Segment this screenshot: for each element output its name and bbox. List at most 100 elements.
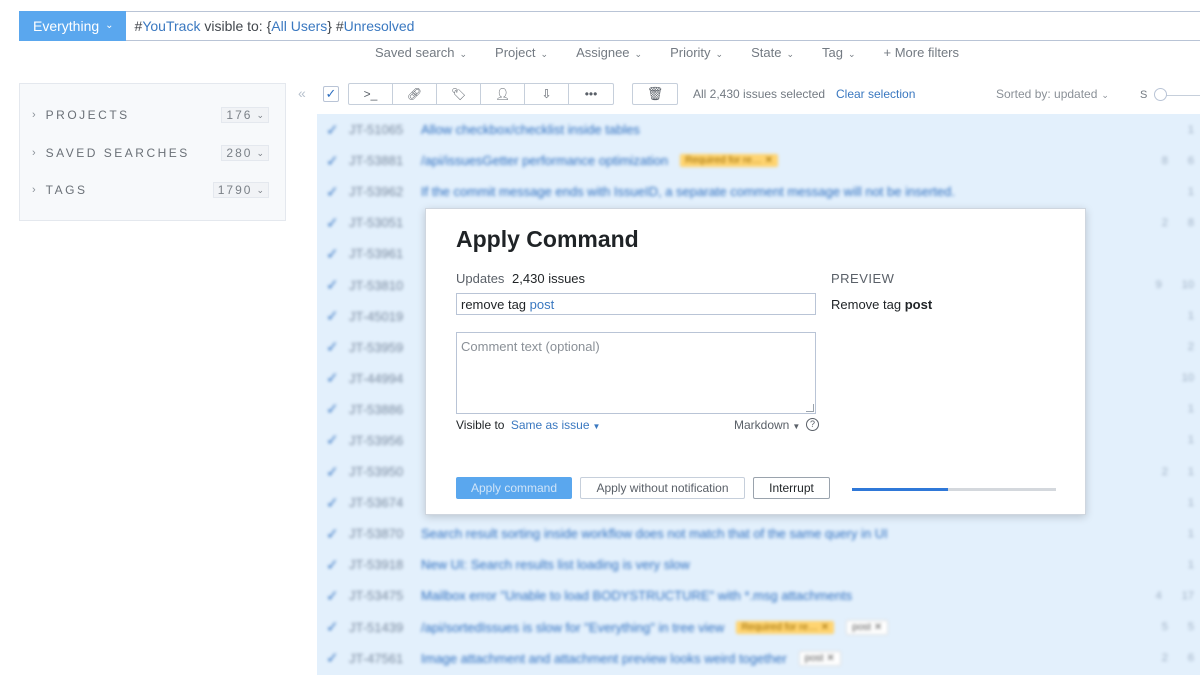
row-checkbox[interactable]: ✓ <box>326 152 340 170</box>
issue-id[interactable]: JT-53886 <box>349 402 411 417</box>
more-filters-button[interactable]: + More filters <box>884 45 960 60</box>
issue-row[interactable]: ✓ JT-53962 If the commit message ends with… <box>317 176 1200 207</box>
issue-id[interactable]: JT-53674 <box>349 495 411 510</box>
issue-id[interactable]: JT-53475 <box>349 588 411 603</box>
row-checkbox[interactable]: ✓ <box>326 245 340 263</box>
filter-saved-search[interactable]: Saved search ⌄ <box>375 45 467 60</box>
command-button[interactable]: >_ <box>349 84 393 104</box>
issue-id[interactable]: JT-53881 <box>349 153 411 168</box>
row-checkbox[interactable]: ✓ <box>326 214 340 232</box>
resize-grip-icon[interactable] <box>806 404 814 412</box>
row-checkbox[interactable]: ✓ <box>326 121 340 139</box>
select-all-checkbox[interactable]: ✓ <box>323 86 339 102</box>
issue-id[interactable]: JT-53810 <box>349 278 411 293</box>
filter-assignee[interactable]: Assignee ⌄ <box>576 45 642 60</box>
apply-without-notification-button[interactable]: Apply without notification <box>580 477 745 499</box>
issue-tag[interactable]: post ✕ <box>846 619 889 635</box>
issue-id[interactable]: JT-53962 <box>349 184 411 199</box>
issue-tag[interactable]: Required for re… ✕ <box>736 620 835 634</box>
issue-summary[interactable]: If the commit message ends with IssueID,… <box>421 184 955 199</box>
row-checkbox[interactable]: ✓ <box>326 183 340 201</box>
sidebar-count[interactable]: 280 ⌄ <box>221 145 269 161</box>
issue-row[interactable]: ✓ JT-51065 Allow checkbox/checklist inside… <box>317 114 1200 145</box>
search-bar[interactable]: Everything ⌄ #YouTrack visible to: {All … <box>19 10 1200 41</box>
issue-id[interactable]: JT-51439 <box>349 620 411 635</box>
issue-id[interactable]: JT-53959 <box>349 340 411 355</box>
sidebar-count[interactable]: 176 ⌄ <box>221 107 269 123</box>
issue-summary[interactable]: Allow checkbox/checklist inside tables <box>421 122 640 137</box>
issue-id[interactable]: JT-53870 <box>349 526 411 541</box>
row-checkbox[interactable]: ✓ <box>326 525 340 543</box>
row-checkbox[interactable]: ✓ <box>326 649 340 667</box>
issue-tag[interactable]: post ✕ <box>798 650 841 666</box>
search-context-label: Everything <box>33 17 100 34</box>
markdown-toggle[interactable]: Markdown ▼ <box>734 418 800 432</box>
issue-id[interactable]: JT-47561 <box>349 651 411 666</box>
issue-id[interactable]: JT-53051 <box>349 215 411 230</box>
help-icon[interactable]: ? <box>806 418 819 431</box>
filter-state[interactable]: State ⌄ <box>751 45 794 60</box>
issue-summary[interactable]: Image attachment and attachment preview … <box>421 651 787 666</box>
issue-row[interactable]: ✓ JT-53881/api/issuesGetter performance o… <box>317 145 1200 176</box>
delete-button[interactable]: 🗑︎ <box>632 83 678 105</box>
link-button[interactable]: 🔗︎ <box>393 84 437 104</box>
issue-id[interactable]: JT-45019 <box>349 309 411 324</box>
apply-command-dialog: Apply Command Updates 2,430 issues remov… <box>425 208 1086 515</box>
sidebar-item-projects[interactable]: › PROJECTS 176 ⌄ <box>32 105 269 125</box>
row-checkbox[interactable]: ✓ <box>326 431 340 449</box>
counter-value: 10 <box>1181 372 1194 385</box>
row-checkbox[interactable]: ✓ <box>326 618 340 636</box>
assignee-button[interactable]: 👤︎ <box>481 84 525 104</box>
clear-selection-link[interactable]: Clear selection <box>836 87 915 101</box>
issue-id[interactable]: JT-53956 <box>349 433 411 448</box>
issue-row[interactable]: ✓ JT-53918 New UI: Search results list loa… <box>317 549 1200 580</box>
issue-tag[interactable]: Required for re… ✕ <box>680 154 778 168</box>
export-button[interactable]: ⇩ <box>525 84 569 104</box>
more-actions-button[interactable]: ••• <box>569 84 613 104</box>
row-checkbox[interactable]: ✓ <box>326 463 340 481</box>
search-context-button[interactable]: Everything ⌄ <box>19 10 126 41</box>
issue-summary[interactable]: /api/sortedIssues is slow for "Everythin… <box>421 620 724 635</box>
row-checkbox[interactable]: ✓ <box>326 276 340 294</box>
issue-id[interactable]: JT-53950 <box>349 464 411 479</box>
sort-dropdown[interactable]: Sorted by: updated ⌄ <box>996 87 1109 101</box>
interrupt-button[interactable]: Interrupt <box>753 477 830 499</box>
visibility-dropdown[interactable]: Same as issue <box>511 418 590 432</box>
filter-project[interactable]: Project ⌄ <box>495 45 548 60</box>
issue-row[interactable]: ✓ JT-47561 Image attachment and attachment… <box>317 643 1200 674</box>
search-query[interactable]: #YouTrack visible to: {All Users} #Unres… <box>135 18 415 34</box>
collapse-sidebar-icon[interactable]: « <box>298 85 306 101</box>
filter-tag[interactable]: Tag ⌄ <box>822 45 856 60</box>
row-checkbox[interactable]: ✓ <box>326 400 340 418</box>
issue-summary[interactable]: /api/issuesGetter performance optimizati… <box>421 153 668 168</box>
row-checkbox[interactable]: ✓ <box>326 494 340 512</box>
issue-row[interactable]: ✓ JT-51439/api/sortedIssues is slow for "… <box>317 612 1200 643</box>
apply-command-button[interactable]: Apply command <box>456 477 572 499</box>
issue-summary[interactable]: Mailbox error "Unable to load BODYSTRUCT… <box>421 588 852 603</box>
counter-value: 17 <box>1181 589 1194 602</box>
issue-summary[interactable]: Search result sorting inside workflow do… <box>421 526 888 541</box>
tag-button[interactable]: 🏷︎ <box>437 84 481 104</box>
row-checkbox[interactable]: ✓ <box>326 556 340 574</box>
issue-id[interactable]: JT-53961 <box>349 246 411 261</box>
issue-row[interactable]: ✓ JT-53870 Search result sorting inside wo… <box>317 518 1200 549</box>
command-input[interactable]: remove tag post <box>456 293 816 315</box>
issue-row[interactable]: ✓ JT-53475 Mailbox error "Unable to load B… <box>317 580 1200 611</box>
issue-summary[interactable]: New UI: Search results list loading is v… <box>421 557 690 572</box>
row-checkbox[interactable]: ✓ <box>326 338 340 356</box>
sidebar-count[interactable]: 1790 ⌄ <box>212 182 269 198</box>
row-checkbox[interactable]: ✓ <box>326 587 340 605</box>
comment-textarea[interactable]: Comment text (optional) <box>456 332 816 414</box>
issue-id[interactable]: JT-44994 <box>349 371 411 386</box>
chevron-right-icon: › <box>32 147 36 159</box>
filter-priority[interactable]: Priority ⌄ <box>670 45 723 60</box>
row-checkbox[interactable]: ✓ <box>326 369 340 387</box>
row-checkbox[interactable]: ✓ <box>326 307 340 325</box>
issue-id[interactable]: JT-51065 <box>349 122 411 137</box>
filter-label: Saved search <box>375 45 455 60</box>
size-slider-handle[interactable] <box>1154 88 1167 101</box>
chevron-down-icon: ⌄ <box>634 49 643 59</box>
sidebar-item-tags[interactable]: › TAGS 1790 ⌄ <box>32 180 269 200</box>
sidebar-item-saved-searches[interactable]: › SAVED SEARCHES 280 ⌄ <box>32 143 269 163</box>
issue-id[interactable]: JT-53918 <box>349 557 411 572</box>
